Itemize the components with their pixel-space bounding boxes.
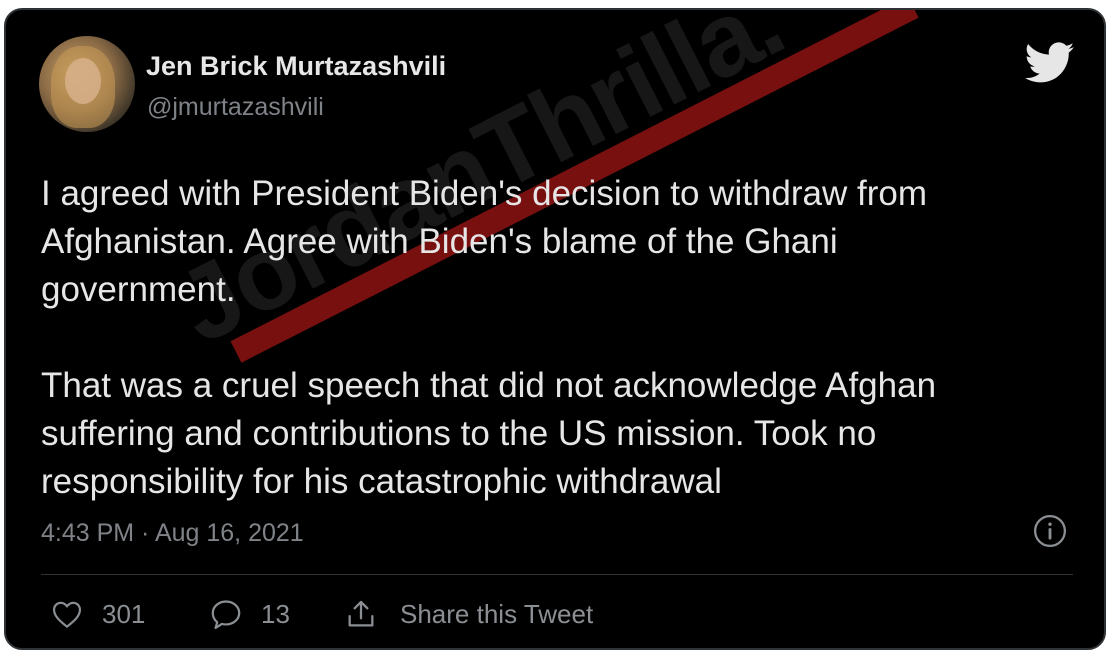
share-label: Share this Tweet [400, 598, 594, 629]
author-handle[interactable]: @jmurtazashvili [147, 93, 324, 122]
heart-icon [52, 601, 82, 629]
reply-icon [211, 600, 241, 630]
tweet-text-line: Afghanistan. Agree with Biden's blame of… [41, 222, 838, 261]
divider [41, 574, 1073, 575]
tweet-timestamp[interactable]: 4:43 PM · Aug 16, 2021 [41, 519, 304, 548]
tweet-text-line: I agreed with President Biden's decision… [41, 174, 928, 213]
share-icon [348, 600, 374, 627]
reply-count: 13 [261, 598, 290, 629]
tweet-text-line: responsibility for his catastrophic with… [41, 462, 722, 501]
author-display-name[interactable]: Jen Brick Murtazashvili [146, 51, 446, 82]
info-icon[interactable] [1033, 514, 1067, 548]
like-count: 301 [102, 598, 146, 629]
avatar[interactable] [39, 36, 135, 132]
tweet-text-line: suffering and contributions to the US mi… [41, 414, 877, 453]
like-button[interactable]: 301 [50, 594, 145, 634]
tweet-card: Jen Brick Murtazashvili @jmurtazashvili … [4, 8, 1106, 650]
tweet-text-line: That was a cruel speech that did not ack… [41, 366, 937, 405]
share-button[interactable]: Share this Tweet [344, 594, 593, 634]
tweet-text: I agreed with President Biden's decision… [41, 170, 1081, 506]
avatar-face [65, 58, 101, 104]
tweet-text-line: government. [41, 270, 236, 309]
reply-button[interactable]: 13 [209, 594, 290, 634]
twitter-bird-icon[interactable] [1025, 42, 1075, 84]
